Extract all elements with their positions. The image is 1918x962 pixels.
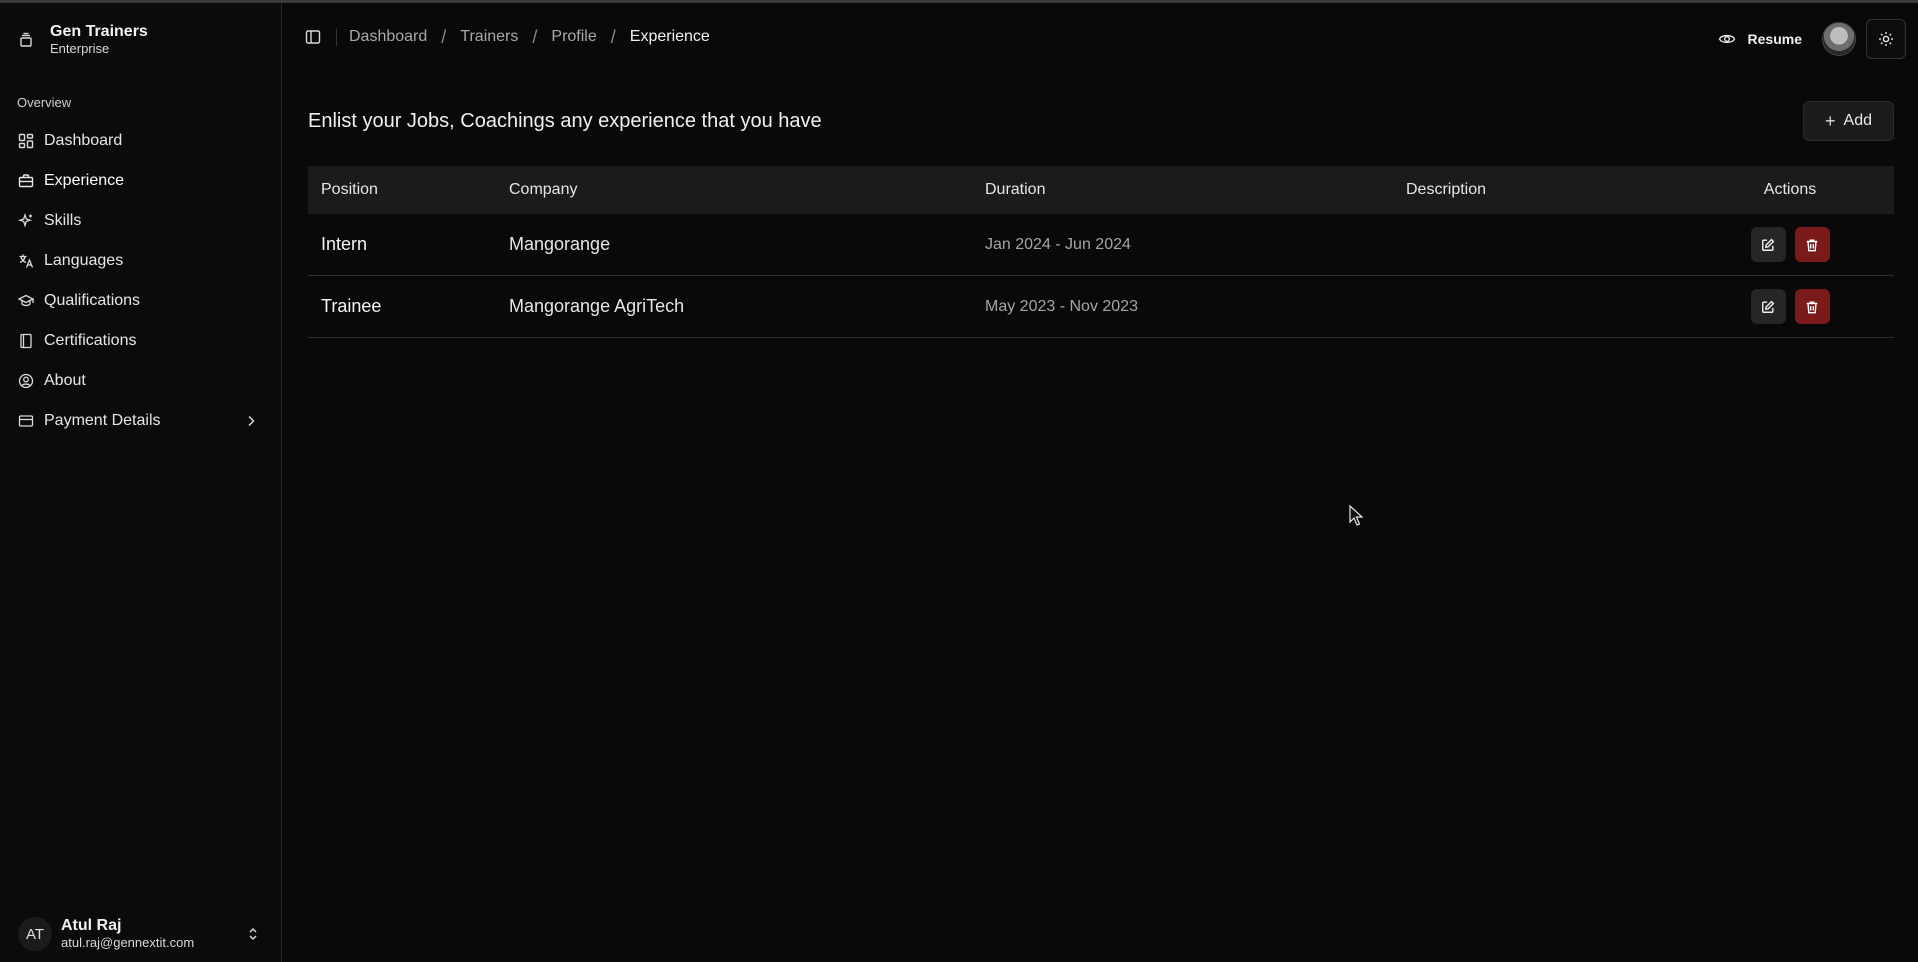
sidebar-item-certifications[interactable]: Certifications — [0, 321, 281, 361]
theme-toggle-button[interactable] — [1866, 19, 1906, 59]
edit-button[interactable] — [1750, 289, 1786, 324]
sidebar-item-label: Skills — [44, 212, 82, 229]
resume-label: Resume — [1747, 31, 1802, 47]
header-actions: Resume — [1718, 19, 1906, 59]
delete-button[interactable] — [1794, 227, 1830, 262]
sun-icon — [1879, 32, 1893, 46]
column-header-company: Company — [509, 181, 578, 198]
cell-company: Mangorange — [509, 234, 611, 254]
sidebar-item-label: Experience — [44, 172, 125, 189]
table-row: Intern Mangorange Jan 2024 - Jun 2024 — [308, 214, 1894, 276]
user-name: Atul Raj — [61, 917, 122, 934]
column-header-position: Position — [321, 181, 378, 198]
breadcrumb-separator: / — [610, 26, 616, 47]
sidebar-item-label: Languages — [44, 252, 124, 269]
breadcrumb-profile[interactable]: Profile — [551, 28, 596, 46]
user-menu[interactable]: AT Atul Raj atul.raj@gennextit.com — [0, 906, 281, 962]
sidebar-item-label: Qualifications — [44, 292, 141, 309]
sidebar-item-label: Payment Details — [44, 412, 161, 429]
nav-section-label: Overview — [17, 95, 72, 110]
breadcrumb-experience: Experience — [629, 28, 710, 45]
column-header-description: Description — [1406, 181, 1487, 198]
sidebar-nav: Dashboard Experience Skills Languages Qu… — [0, 121, 281, 441]
cell-actions — [1686, 289, 1894, 324]
user-circle-icon — [18, 373, 34, 389]
app-root: Gen Trainers Enterprise Overview Dashboa… — [0, 3, 1918, 962]
breadcrumb-dashboard[interactable]: Dashboard — [349, 28, 427, 46]
sparkles-icon — [18, 213, 34, 229]
edit-button[interactable] — [1750, 227, 1786, 262]
translate-icon — [18, 253, 34, 269]
cell-actions — [1686, 227, 1894, 262]
trash-icon — [1806, 238, 1818, 251]
table-header-row: Position Company Duration Description Ac… — [308, 166, 1894, 214]
brand-title: Gen Trainers — [50, 23, 148, 40]
sidebar-item-label: Certifications — [44, 332, 137, 349]
resume-button[interactable]: Resume — [1718, 30, 1802, 48]
breadcrumb-separator: / — [441, 26, 447, 47]
avatar: AT — [18, 917, 52, 951]
edit-icon — [1762, 238, 1775, 251]
layers-icon — [18, 32, 34, 48]
top-header: Dashboard / Trainers / Profile / Experie… — [282, 3, 1918, 71]
main-content: Dashboard / Trainers / Profile / Experie… — [282, 3, 1918, 962]
briefcase-icon — [18, 173, 34, 189]
graduation-cap-icon — [18, 293, 34, 309]
sidebar-item-dashboard[interactable]: Dashboard — [0, 121, 281, 161]
add-label: Add — [1843, 112, 1872, 129]
trash-icon — [1806, 300, 1818, 313]
sidebar-item-languages[interactable]: Languages — [0, 241, 281, 281]
sidebar-item-payment-details[interactable]: Payment Details — [0, 401, 281, 441]
breadcrumb-separator: / — [532, 26, 538, 47]
experience-table: Position Company Duration Description Ac… — [308, 166, 1894, 338]
page-title: Enlist your Jobs, Coachings any experien… — [308, 110, 822, 132]
eye-icon — [1718, 30, 1736, 48]
column-header-actions: Actions — [1763, 181, 1817, 198]
cell-duration: Jan 2024 - Jun 2024 — [985, 235, 1131, 253]
plus-icon: + — [1825, 110, 1836, 131]
panel-left-icon — [305, 30, 321, 44]
sidebar-item-label: Dashboard — [44, 132, 123, 149]
delete-button[interactable] — [1794, 289, 1830, 324]
cell-position: Intern — [321, 234, 368, 254]
chevron-right-icon — [243, 413, 259, 429]
sidebar-item-experience[interactable]: Experience — [0, 161, 281, 201]
cell-position: Trainee — [321, 296, 382, 316]
profile-avatar[interactable] — [1822, 22, 1856, 56]
credit-card-icon — [18, 413, 34, 429]
sidebar-item-label: About — [44, 372, 86, 389]
header-divider — [336, 28, 337, 46]
page-header: Enlist your Jobs, Coachings any experien… — [308, 101, 1894, 141]
sidebar-item-skills[interactable]: Skills — [0, 201, 281, 241]
edit-icon — [1762, 300, 1775, 313]
table-row: Trainee Mangorange AgriTech May 2023 - N… — [308, 276, 1894, 338]
breadcrumb-trainers[interactable]: Trainers — [460, 28, 518, 46]
grid-icon — [18, 133, 34, 149]
sidebar-item-about[interactable]: About — [0, 361, 281, 401]
breadcrumb: Dashboard / Trainers / Profile / Experie… — [349, 27, 710, 48]
column-header-duration: Duration — [985, 181, 1046, 198]
cell-company: Mangorange AgriTech — [509, 296, 685, 316]
brand[interactable]: Gen Trainers Enterprise — [0, 3, 281, 59]
add-experience-button[interactable]: + Add — [1803, 101, 1894, 141]
cell-duration: May 2023 - Nov 2023 — [985, 297, 1138, 315]
mouse-cursor-icon — [1349, 505, 1364, 526]
sidebar-item-qualifications[interactable]: Qualifications — [0, 281, 281, 321]
book-icon — [18, 333, 34, 349]
brand-subtitle: Enterprise — [50, 41, 110, 56]
sidebar-toggle-button[interactable] — [302, 26, 324, 48]
user-email: atul.raj@gennextit.com — [61, 935, 195, 950]
sidebar: Gen Trainers Enterprise Overview Dashboa… — [0, 3, 282, 962]
chevrons-up-down-icon — [245, 926, 261, 942]
